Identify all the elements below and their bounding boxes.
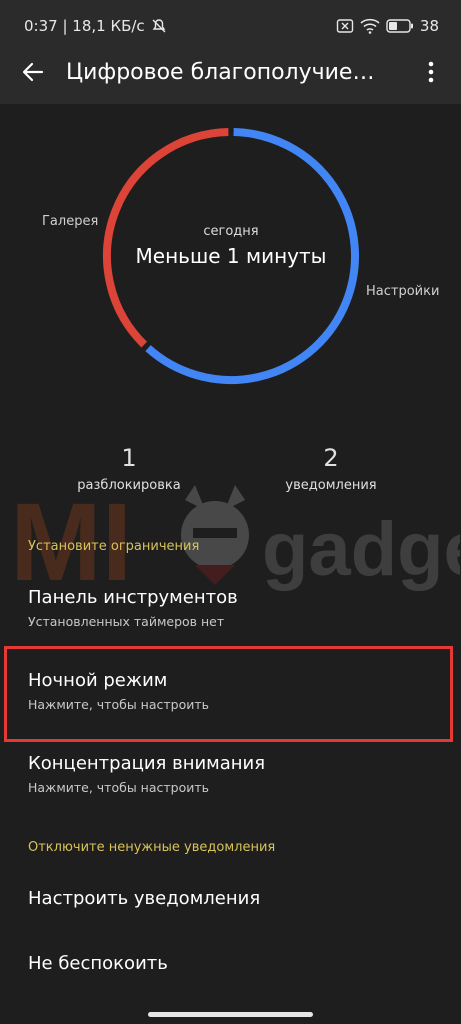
arrow-left-icon (22, 62, 44, 82)
app-bar: Цифровое благополучие… (0, 40, 461, 104)
dashboard-title: Панель инструментов (28, 587, 238, 608)
watermark-text-right: gadget (262, 507, 460, 592)
battery-icon (386, 19, 414, 33)
night-mode-subtitle: Нажмите, чтобы настроить (28, 697, 209, 712)
status-right: 38 (336, 17, 439, 35)
dashboard-subtitle: Установленных таймеров нет (28, 614, 225, 629)
focus-mode-item[interactable]: Концентрация внимания Нажмите, чтобы нас… (0, 753, 461, 795)
dashboard-item[interactable]: Панель инструментов Установленных таймер… (0, 587, 461, 629)
unlocks-count: 1 (121, 444, 137, 472)
limits-section-header: Установите ограничения (28, 539, 200, 554)
ring-app-label-settings: Настройки (366, 284, 440, 299)
page-title: Цифровое благополучие… (66, 59, 375, 85)
focus-mode-subtitle: Нажмите, чтобы настроить (28, 780, 209, 795)
status-left: 0:37 | 18,1 КБ/с (24, 17, 167, 35)
ring-app-label-gallery: Галерея (42, 214, 99, 229)
mascot-icon (181, 485, 249, 585)
back-button[interactable] (0, 40, 66, 104)
manage-notifications-item[interactable]: Настроить уведомления (0, 888, 461, 909)
wifi-icon (360, 18, 380, 34)
notifications-count: 2 (323, 444, 339, 472)
more-options-button[interactable] (401, 40, 461, 104)
ring-usage-value: Меньше 1 минуты (135, 244, 327, 268)
manage-notifications-title: Настроить уведомления (28, 888, 261, 909)
gesture-nav-handle[interactable] (148, 1012, 313, 1017)
notifications-section-header: Отключите ненужные уведомления (28, 840, 276, 855)
do-not-disturb-title: Не беспокоить (28, 953, 168, 974)
focus-mode-title: Концентрация внимания (28, 753, 266, 774)
battery-percent: 38 (419, 17, 439, 35)
night-mode-title: Ночной режим (28, 670, 168, 691)
do-not-disturb-item[interactable]: Не беспокоить (0, 953, 461, 974)
status-time-speed: 0:37 | 18,1 КБ/с (24, 17, 145, 35)
more-vert-icon (428, 61, 434, 83)
night-mode-item[interactable]: Ночной режим Нажмите, чтобы настроить (0, 670, 461, 712)
ring-today-label: сегодня (203, 224, 259, 239)
mute-icon (151, 18, 167, 34)
sim-off-icon (336, 18, 354, 34)
